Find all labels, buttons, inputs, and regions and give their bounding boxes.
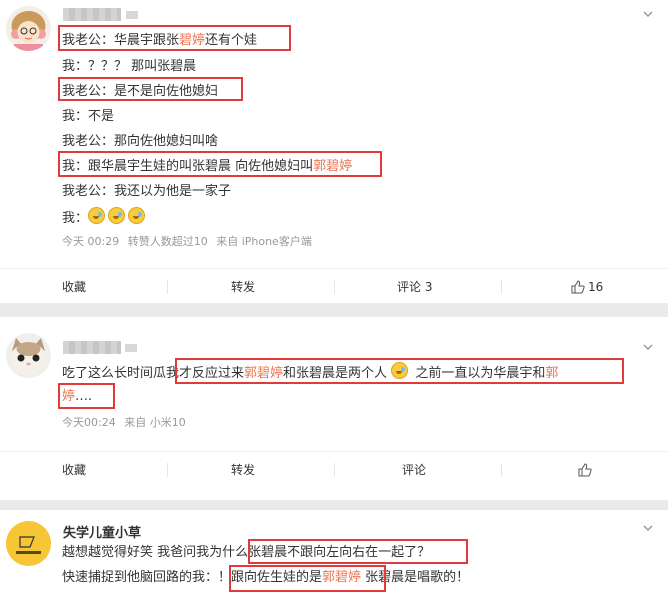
username[interactable]: 失学儿童小草 — [63, 522, 141, 541]
post-card-1: 我老公：华晨宇跟张碧婷还有个娃 我：？？？ 那叫张碧晨 我老公：是不是向佐他媳妇 我：… — [0, 0, 668, 303]
like-button[interactable] — [578, 452, 595, 488]
text-segment: …. — [75, 389, 93, 404]
post-meta: 今天 00:29 转赞人数超过10 来自 iPhone客户端 — [62, 233, 317, 249]
thumbs-up-icon — [571, 272, 585, 308]
post-source[interactable]: 来自 小米10 — [124, 416, 186, 429]
text-segment: 我：跟华晨宇生娃的叫张碧晨 向佐他媳妇叫 — [62, 159, 314, 174]
highlighted-text[interactable]: 郭碧婷 — [244, 366, 283, 381]
username-blurred[interactable] — [63, 341, 121, 354]
text-segment: 之前一直以为华晨宇和 — [411, 366, 546, 381]
comment-button[interactable]: 评论 — [402, 452, 426, 488]
highlighted-text[interactable]: 郭 — [545, 366, 558, 381]
user-avatar[interactable] — [6, 6, 51, 51]
post-text-line: 我：？？？ 那叫张碧晨 — [62, 57, 196, 76]
text-segment: 快速捕捉到他脑回路的我：！跟向佐生娃的是 — [62, 570, 323, 585]
post-text-line: 婷…. — [62, 387, 92, 406]
post-text-line: 我老公：是不是向佐他媳妇 — [62, 82, 218, 101]
text-segment: 我老公：我还以为他是一家子 — [62, 184, 232, 199]
text-segment: 我： — [62, 211, 89, 226]
text-segment: 张碧晨是唱歌的！ — [361, 570, 470, 585]
text-segment: 越想越觉得好笑 我爸问我为什么张碧晨不跟向左向右在一起了？ — [62, 545, 431, 560]
post-text-line: 我老公：华晨宇跟张碧婷还有个娃 — [62, 31, 257, 50]
text-segment: 我：？？？ 那叫张碧晨 — [62, 59, 197, 74]
chevron-down-icon[interactable] — [642, 341, 654, 353]
thumbs-up-icon — [578, 455, 592, 491]
chevron-down-icon[interactable] — [642, 522, 654, 534]
highlighted-text[interactable]: 郭碧婷 — [322, 570, 361, 585]
post-text-line: 我老公：那向佐他媳妇叫啥 — [62, 132, 218, 151]
highlighted-text[interactable]: 碧婷 — [179, 33, 205, 48]
like-count: 16 — [588, 280, 604, 294]
text-segment: 我老公：华晨宇跟张 — [62, 33, 180, 48]
post-text-line: 越想越觉得好笑 我爸问我为什么张碧晨不跟向左向右在一起了？ — [62, 543, 430, 562]
post-time[interactable]: 今天00:24 — [62, 416, 116, 429]
text-segment: 我才反应过来 — [166, 366, 245, 381]
text-segment: 我：不是 — [62, 109, 115, 124]
user-badge-icon — [125, 344, 137, 352]
post-source[interactable]: 来自 iPhone客户端 — [216, 235, 312, 248]
text-segment: 我老公：那向佐他媳妇叫啥 — [62, 134, 219, 149]
sad-tear-emoji — [108, 207, 126, 224]
text-segment: 我老公：是不是向佐他媳妇 — [62, 84, 219, 99]
post-card-2: 吃了这么长时间瓜我才反应过来郭碧婷和张碧晨是两个人 之前一直以为华晨宇和郭 婷…… — [0, 317, 668, 500]
collect-button[interactable]: 收藏 — [62, 269, 86, 305]
user-avatar[interactable] — [6, 333, 51, 378]
post-text-line: 我： — [62, 207, 148, 228]
highlighted-text[interactable]: 郭碧婷 — [313, 159, 352, 174]
like-button[interactable]: 16 — [571, 269, 603, 305]
username-blurred[interactable] — [63, 8, 121, 21]
post-text-line: 快速捕捉到他脑回路的我：！跟向佐生娃的是郭碧婷 张碧晨是唱歌的！ — [62, 568, 469, 587]
repost-button[interactable]: 转发 — [231, 269, 255, 305]
chevron-down-icon[interactable] — [642, 8, 654, 20]
post-text-line: 我：不是 — [62, 107, 114, 126]
post-time[interactable]: 今天 00:29 — [62, 235, 119, 248]
repost-info: 转赞人数超过10 — [127, 235, 208, 248]
user-avatar[interactable] — [6, 521, 51, 566]
collect-button[interactable]: 收藏 — [62, 452, 86, 488]
action-bar: 收藏 转发 评论 — [0, 451, 668, 488]
text-segment: 吃了这么长时间瓜 — [62, 366, 167, 381]
user-badge-icon — [126, 11, 138, 19]
sad-tear-emoji — [391, 362, 409, 379]
sad-tear-emoji — [88, 207, 106, 224]
post-text-line: 我：跟华晨宇生娃的叫张碧晨 向佐他媳妇叫郭碧婷 — [62, 157, 352, 176]
text-segment: 还有个娃 — [205, 33, 258, 48]
post-card-3: 失学儿童小草 越想越觉得好笑 我爸问我为什么张碧晨不跟向左向右在一起了？ 快速捕… — [0, 510, 668, 597]
action-bar: 收藏 转发 评论 3 16 — [0, 268, 668, 305]
highlighted-text[interactable]: 婷 — [62, 389, 75, 404]
post-text-line: 吃了这么长时间瓜我才反应过来郭碧婷和张碧晨是两个人 之前一直以为华晨宇和郭 — [62, 362, 558, 383]
text-segment: 和张碧晨是两个人 — [283, 366, 392, 381]
sad-tear-emoji — [128, 207, 146, 224]
repost-button[interactable]: 转发 — [231, 452, 255, 488]
post-meta: 今天00:24 来自 小米10 — [62, 414, 191, 430]
post-text-line: 我老公：我还以为他是一家子 — [62, 182, 231, 201]
comment-button[interactable]: 评论 3 — [397, 269, 432, 305]
